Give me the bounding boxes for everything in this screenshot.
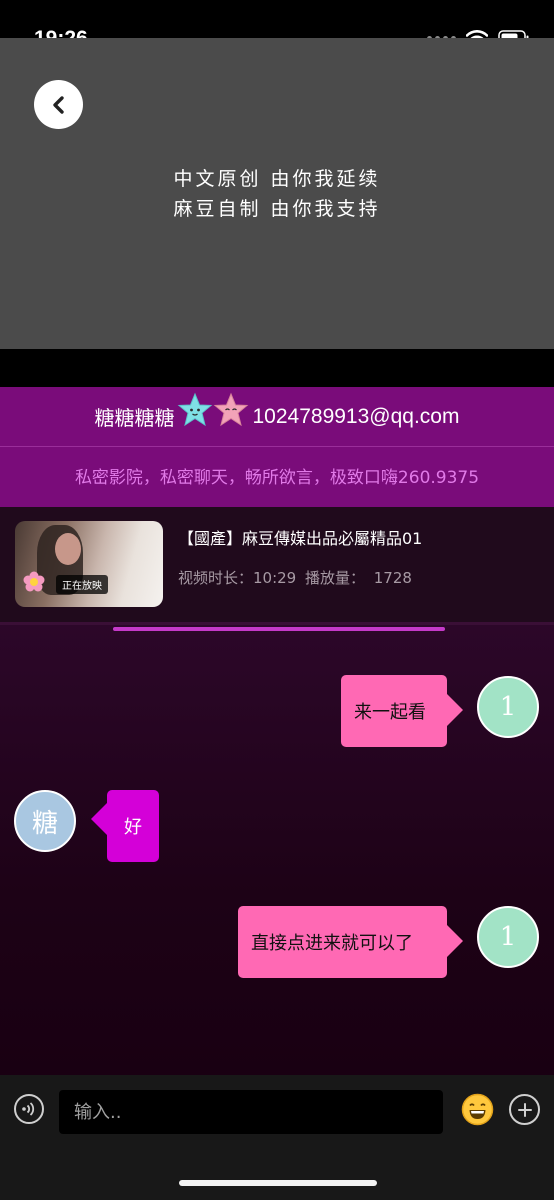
video-caption: 中文原创 由你我延续 麻豆自制 由你我支持 [0, 164, 554, 224]
avatar-label: 1 [499, 922, 517, 952]
home-indicator[interactable] [179, 1180, 377, 1186]
plus-icon [517, 1102, 532, 1117]
caption-line-2: 麻豆自制 由你我支持 [173, 198, 381, 220]
chat-bubble-incoming[interactable]: 好 [91, 790, 159, 862]
video-thumbnail[interactable]: 正在放映 [15, 521, 163, 607]
thumbnail-face [55, 533, 81, 565]
profile-name: 糖糖糖糖 [94, 406, 175, 430]
stars-decoration [177, 392, 249, 428]
star-icon [213, 392, 248, 426]
avatar[interactable]: 1 [477, 906, 539, 968]
profile-row: 糖糖糖糖 1024789913@qq.com [0, 387, 554, 447]
voice-button[interactable] [14, 1094, 44, 1124]
message-text: 来一起看 [354, 702, 426, 723]
chat-area[interactable]: 来一起看 1 糖 好 直接点进来就可以了 1 [0, 625, 554, 1075]
back-button[interactable] [34, 80, 83, 129]
caption-line-1: 中文原创 由你我延续 [173, 168, 381, 190]
status-bar: 19:26 [0, 0, 554, 50]
message-text: 好 [124, 817, 142, 838]
chat-bubble-outgoing[interactable]: 直接点进来就可以了 [238, 906, 463, 978]
input-bar [0, 1075, 554, 1200]
flower-icon [23, 571, 45, 592]
profile-banner: 糖糖糖糖 1024789913@qq.com 私密影院，私密聊天，畅所欲言，极致… [0, 387, 554, 507]
avatar[interactable]: 糖 [14, 790, 76, 852]
message-input[interactable] [59, 1090, 443, 1134]
back-arrow-icon [52, 95, 64, 114]
video-title[interactable]: 【國產】麻豆傳媒出品必屬精品01 [178, 525, 422, 549]
video-bottom-bar [0, 349, 554, 387]
avatar-label: 1 [499, 692, 517, 722]
now-playing-card[interactable]: 正在放映 【國產】麻豆傳媒出品必屬精品01 视频时长：10:29 播放量： 17… [0, 507, 554, 625]
avatar[interactable]: 1 [477, 676, 539, 738]
chat-divider [113, 627, 445, 631]
voice-icon [22, 1102, 35, 1116]
now-playing-badge: 正在放映 [56, 575, 108, 594]
emoji-icon[interactable] [461, 1093, 494, 1126]
avatar-label: 糖 [31, 808, 58, 839]
add-button[interactable] [509, 1094, 540, 1125]
message-text: 直接点进来就可以了 [251, 933, 413, 954]
video-meta: 视频时长：10:29 播放量： 1728 [178, 569, 412, 587]
video-player[interactable]: 中文原创 由你我延续 麻豆自制 由你我支持 [0, 38, 554, 349]
profile-email: 1024789913@qq.com [252, 404, 460, 428]
star-icon [177, 392, 212, 426]
chat-bubble-outgoing[interactable]: 来一起看 [341, 675, 463, 747]
promo-text: 私密影院，私密聊天，畅所欲言，极致口嗨260.9375 [74, 468, 480, 488]
